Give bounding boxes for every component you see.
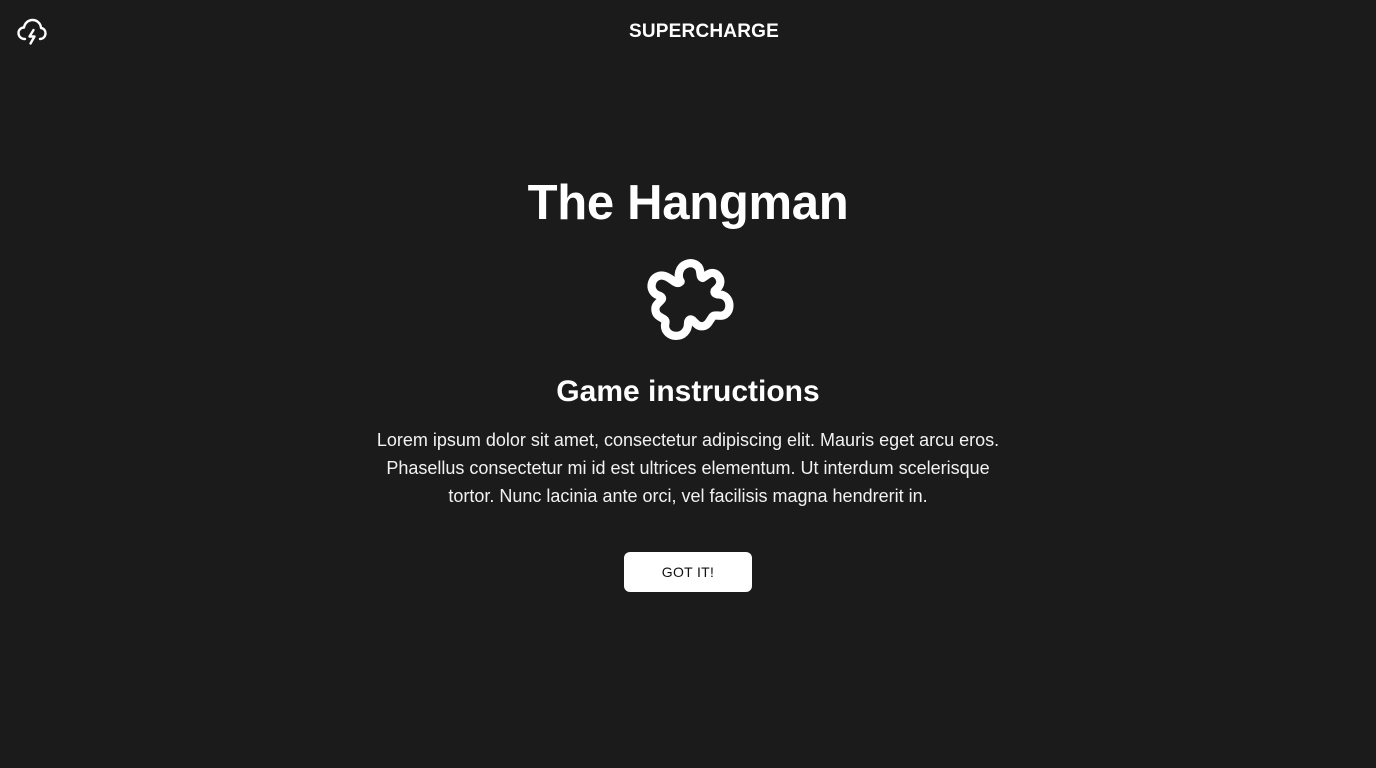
instructions-heading: Game instructions [556, 375, 820, 408]
game-intro: The Hangman Game instructions Lorem ipsu… [0, 170, 1376, 592]
brand-name: SUPERCHARGE [629, 21, 779, 42]
instructions-text: Lorem ipsum dolor sit amet, consectetur … [376, 430, 1000, 506]
game-title: The Hangman [527, 176, 849, 230]
puzzle-piece-icon [647, 259, 734, 341]
top-header: SUPERCHARGE [0, 0, 1376, 64]
got-it-button[interactable]: GOT IT! [624, 552, 752, 592]
page: SUPERCHARGE The Hangman Game instruction… [0, 0, 1376, 768]
